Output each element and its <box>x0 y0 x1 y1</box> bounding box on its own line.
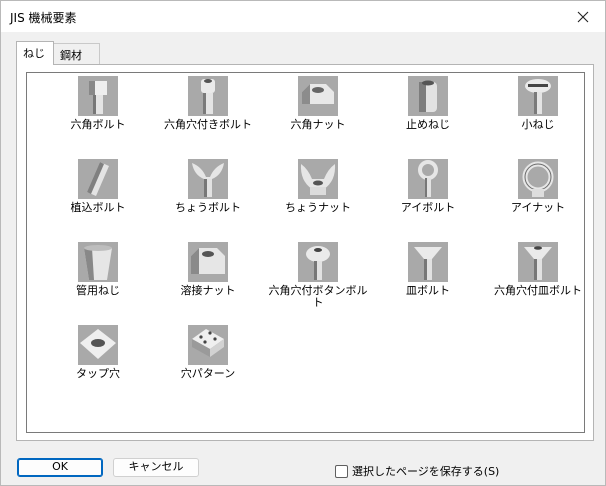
list-item[interactable]: 六角ボルト <box>43 76 153 131</box>
wing-bolt-icon <box>188 159 228 199</box>
item-label: アイナット <box>510 201 566 214</box>
list-item[interactable]: 六角ナット <box>263 76 373 131</box>
list-item[interactable]: 皿ボルト <box>373 242 483 297</box>
list-item[interactable]: ちょうナット <box>263 159 373 214</box>
socket-head-bolt-icon <box>188 76 228 116</box>
stud-bolt-icon <box>78 159 118 199</box>
list-item[interactable]: 小ねじ <box>483 76 593 131</box>
eye-nut-icon <box>518 159 558 199</box>
element-list: 六角ボルト 六角穴付きボルト 六角ナット 止めねじ 小ねじ 植込ボルト ちょうボ… <box>26 72 585 433</box>
item-label: 六角ボルト <box>70 118 126 131</box>
item-label: タップ穴 <box>76 367 120 380</box>
pipe-thread-icon <box>78 242 118 282</box>
hex-nut-icon <box>298 76 338 116</box>
list-item[interactable]: 六角穴付皿ボルト <box>483 242 593 297</box>
list-item[interactable]: 穴パターン <box>153 325 263 380</box>
save-page-checkbox[interactable]: 選択したページを保存する(S) <box>335 463 499 479</box>
list-item[interactable]: 溶接ナット <box>153 242 263 297</box>
title-bar: JIS 機械要素 <box>1 1 605 32</box>
item-label: アイボルト <box>400 201 456 214</box>
weld-nut-icon <box>188 242 228 282</box>
list-item[interactable]: 止めねじ <box>373 76 483 131</box>
list-item[interactable]: アイボルト <box>373 159 483 214</box>
set-screw-icon <box>408 76 448 116</box>
eye-bolt-icon <box>408 159 448 199</box>
jis-dialog-window: JIS 機械要素 ねじ 鋼材 六角ボルト 六角穴付きボルト 六角ナット 止めねじ… <box>0 0 606 486</box>
ok-button[interactable]: OK <box>17 458 103 477</box>
list-item[interactable]: 植込ボルト <box>43 159 153 214</box>
list-item[interactable]: 六角穴付ボタンボルト <box>263 242 373 309</box>
tab-kouzai-label: 鋼材 <box>60 49 82 62</box>
tapped-hole-icon <box>78 325 118 365</box>
item-label: 皿ボルト <box>406 284 450 297</box>
item-label: 溶接ナット <box>180 284 236 297</box>
wing-nut-icon <box>298 159 338 199</box>
list-item[interactable]: 管用ねじ <box>43 242 153 297</box>
socket-countersunk-bolt-icon <box>518 242 558 282</box>
hole-pattern-icon <box>188 325 228 365</box>
list-item[interactable]: タップ穴 <box>43 325 153 380</box>
cancel-button[interactable]: キャンセル <box>113 458 199 477</box>
item-label: 植込ボルト <box>70 201 126 214</box>
item-label: 六角穴付皿ボルト <box>494 284 582 297</box>
close-button[interactable] <box>561 1 605 32</box>
list-item[interactable]: ちょうボルト <box>153 159 263 214</box>
checkbox-box[interactable] <box>335 464 348 478</box>
item-label: 六角穴付ボタンボルト <box>268 284 368 309</box>
tab-kouzai[interactable]: 鋼材 <box>53 43 100 65</box>
machine-screw-icon <box>518 76 558 116</box>
item-label: ちょうナット <box>285 201 351 214</box>
list-item[interactable]: 六角穴付きボルト <box>153 76 263 131</box>
save-page-label: 選択したページを保存する(S) <box>352 465 500 478</box>
tab-neji[interactable]: ねじ <box>16 41 54 65</box>
item-label: 六角穴付きボルト <box>164 118 252 131</box>
close-icon <box>577 11 589 22</box>
countersunk-bolt-icon <box>408 242 448 282</box>
item-label: 小ねじ <box>521 118 555 131</box>
item-label: 六角ナット <box>290 118 346 131</box>
tab-panel: 六角ボルト 六角穴付きボルト 六角ナット 止めねじ 小ねじ 植込ボルト ちょうボ… <box>16 64 594 441</box>
list-item[interactable]: アイナット <box>483 159 593 214</box>
item-label: 穴パターン <box>180 367 236 380</box>
item-label: 管用ねじ <box>76 284 120 297</box>
item-label: 止めねじ <box>406 118 450 131</box>
button-head-bolt-icon <box>298 242 338 282</box>
item-label: ちょうボルト <box>175 201 241 214</box>
hex-bolt-icon <box>78 76 118 116</box>
window-title: JIS 機械要素 <box>10 11 77 25</box>
tab-neji-label: ねじ <box>23 47 45 60</box>
